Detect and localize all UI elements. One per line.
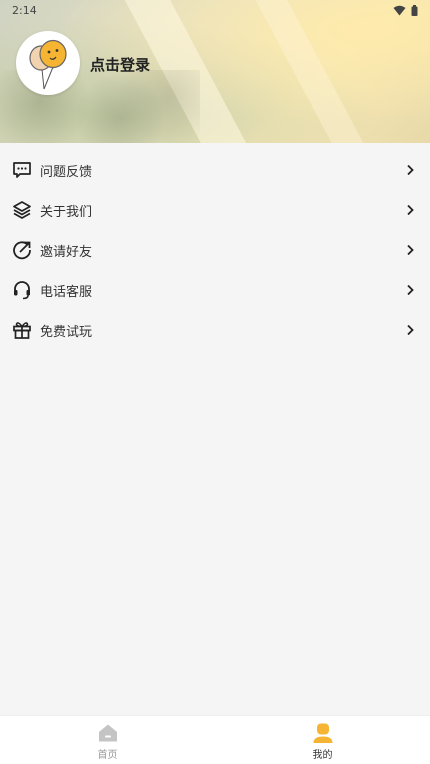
home-icon xyxy=(98,724,117,742)
menu-item-feedback[interactable]: 问题反馈 xyxy=(0,150,430,190)
menu-item-label: 电话客服 xyxy=(40,284,93,300)
tab-label: 我的 xyxy=(312,750,333,761)
tab-label: 首页 xyxy=(97,750,118,761)
menu-item-label: 问题反馈 xyxy=(40,164,93,180)
profile-icon xyxy=(313,723,332,743)
status-icons xyxy=(393,4,418,16)
share-arrow-icon xyxy=(12,240,32,260)
balloon-avatar-icon xyxy=(29,39,67,90)
chevron-right-icon xyxy=(407,164,414,176)
wifi-icon xyxy=(393,5,406,15)
battery-icon xyxy=(411,4,418,16)
avatar[interactable] xyxy=(16,31,80,95)
menu-item-label: 免费试玩 xyxy=(40,324,93,340)
chevron-right-icon xyxy=(407,284,414,296)
chevron-right-icon xyxy=(407,324,414,336)
status-time: 2:14 xyxy=(12,3,37,17)
login-button[interactable]: 点击登录 xyxy=(90,54,150,75)
tab-home[interactable]: 首页 xyxy=(0,716,215,764)
menu-item-label: 邀请好友 xyxy=(40,244,93,260)
settings-menu: 问题反馈 关于我们 邀请好友 电话客服 免费试玩 xyxy=(0,150,430,350)
feedback-message-icon xyxy=(12,160,32,180)
menu-item-free-trial[interactable]: 免费试玩 xyxy=(0,310,430,350)
tab-profile[interactable]: 我的 xyxy=(215,716,430,764)
menu-item-label: 关于我们 xyxy=(40,204,93,220)
status-bar: 2:14 xyxy=(0,0,430,20)
layers-icon xyxy=(12,200,32,220)
menu-item-phone-support[interactable]: 电话客服 xyxy=(0,270,430,310)
bottom-tab-bar: 首页 我的 xyxy=(0,715,430,764)
chevron-right-icon xyxy=(407,204,414,216)
gift-icon xyxy=(12,320,32,340)
menu-item-invite[interactable]: 邀请好友 xyxy=(0,230,430,270)
header-decoration xyxy=(245,0,383,143)
menu-item-about[interactable]: 关于我们 xyxy=(0,190,430,230)
headset-icon xyxy=(12,280,32,300)
chevron-right-icon xyxy=(407,244,414,256)
